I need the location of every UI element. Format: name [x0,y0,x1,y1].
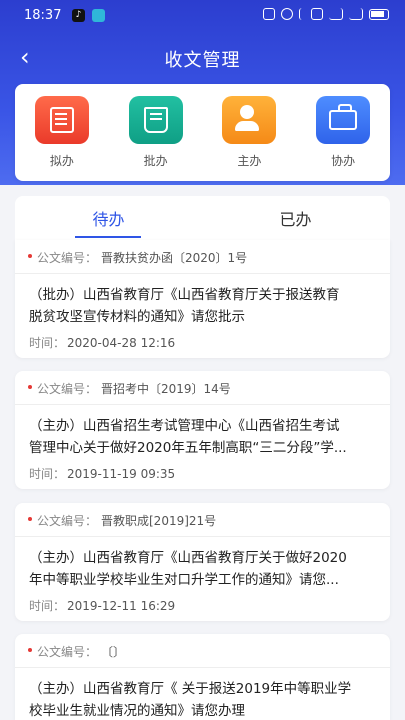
nfc-icon [263,8,275,20]
list-item[interactable]: 公文编号： 〔〕 （主办）山西省教育厅《 关于报送2019年中等职业学 校毕业生… [15,634,390,720]
tab-pending[interactable]: 待办 [15,206,202,230]
page-title: 收文管理 [164,50,241,71]
shortcut-label: 拟办 [49,154,74,168]
unread-dot-icon [28,385,32,389]
doc-time-label: 时间： [29,599,66,613]
unread-dot-icon [28,648,32,652]
unread-dot-icon [28,517,32,521]
doc-code-row: 公文编号： 晋招考中〔2019〕14号 [15,371,390,405]
nav-bar: ‹ 收文管理 [0,38,405,78]
alarm-icon [281,8,293,20]
list-item[interactable]: 公文编号： 晋招考中〔2019〕14号 （主办）山西省招生考试管理中心《山西省招… [15,371,390,489]
app-notification-icon [92,9,105,22]
doc-code-row: 公文编号： 晋教职成[2019]21号 [15,503,390,537]
tab-done[interactable]: 已办 [202,206,389,230]
doc-title-line: （主办）山西省教育厅《山西省教育厅关于做好2020 [29,550,347,566]
status-time: 18:37 [24,8,62,23]
doc-time-row: 时间： 2019-11-19 09:35 [15,459,390,482]
hd-icon [311,8,323,20]
tiktok-notification-icon: ♪ [72,9,85,22]
battery-icon [369,8,389,20]
doc-time: 2019-12-11 16:29 [67,599,176,613]
doc-title: （主办）山西省招生考试管理中心《山西省招生考试 管理中心关于做好2020年五年制… [15,405,390,459]
doc-code-label: 公文编号： [37,645,98,659]
shortcut-host[interactable]: 主办 [214,96,284,181]
tab-bar: 待办 已办 [15,196,390,240]
doc-time: 2019-11-19 09:35 [67,467,176,481]
list-item[interactable]: 公文编号： 晋教扶贫办函〔2020〕1号 （批办）山西省教育厅《山西省教育厅关于… [15,240,390,358]
doc-title-line: （批办）山西省教育厅《山西省教育厅关于报送教育 [29,287,340,303]
doc-code-label: 公文编号： [37,514,98,528]
shortcut-label: 批办 [143,154,168,168]
doc-code-label: 公文编号： [37,382,98,396]
doc-code: 晋教职成[2019]21号 [101,514,217,528]
doc-title-line: 年中等职业学校毕业生对口升学工作的通知》请您... [29,572,339,588]
doc-code: 晋招考中〔2019〕14号 [101,382,231,396]
shortcut-assist[interactable]: 协办 [308,96,378,181]
bluetooth-icon [299,8,305,20]
signal-icon-2 [349,8,363,20]
doc-time-label: 时间： [29,467,66,481]
status-bar: 18:37 ♪ [0,0,405,32]
approve-book-icon [128,96,183,144]
status-icons [263,8,389,20]
doc-time-row: 时间： 2019-12-11 16:29 [15,591,390,614]
doc-title-line: 脱贫攻坚宣传材料的通知》请您批示 [29,309,245,325]
doc-title: （主办）山西省教育厅《 关于报送2019年中等职业学 校毕业生就业情况的通知》请… [15,668,390,720]
unread-dot-icon [28,254,32,258]
doc-title-line: （主办）山西省招生考试管理中心《山西省招生考试 [29,418,340,434]
doc-code-row: 公文编号： 〔〕 [15,634,390,668]
doc-code: 〔〕 [101,645,126,659]
doc-time: 2020-04-28 12:16 [67,336,176,350]
doc-title-line: 管理中心关于做好2020年五年制高职“三二分段”学... [29,440,347,456]
list-item[interactable]: 公文编号： 晋教职成[2019]21号 （主办）山西省教育厅《山西省教育厅关于做… [15,503,390,621]
doc-title: （批办）山西省教育厅《山西省教育厅关于报送教育 脱贫攻坚宣传材料的通知》请您批示 [15,274,390,328]
doc-title-line: 校毕业生就业情况的通知》请您办理 [29,703,245,719]
shortcut-label: 协办 [331,154,356,168]
shortcut-label: 主办 [237,154,262,168]
shortcut-approve[interactable]: 批办 [121,96,191,181]
shortcut-panel: 拟办 批办 主办 协办 [15,84,390,181]
doc-title: （主办）山西省教育厅《山西省教育厅关于做好2020 年中等职业学校毕业生对口升学… [15,537,390,591]
doc-title-line: （主办）山西省教育厅《 关于报送2019年中等职业学 [29,681,352,697]
doc-code-row: 公文编号： 晋教扶贫办函〔2020〕1号 [15,240,390,274]
shortcut-draft[interactable]: 拟办 [27,96,97,181]
host-person-icon [222,96,277,144]
assist-bag-icon [316,96,371,144]
doc-code: 晋教扶贫办函〔2020〕1号 [101,251,248,265]
draft-doc-icon [34,96,89,144]
doc-time-label: 时间： [29,336,66,350]
doc-code-label: 公文编号： [37,251,98,265]
signal-icon [329,8,343,20]
active-tab-indicator [75,236,141,238]
doc-time-row: 时间： 2020-04-28 12:16 [15,328,390,351]
